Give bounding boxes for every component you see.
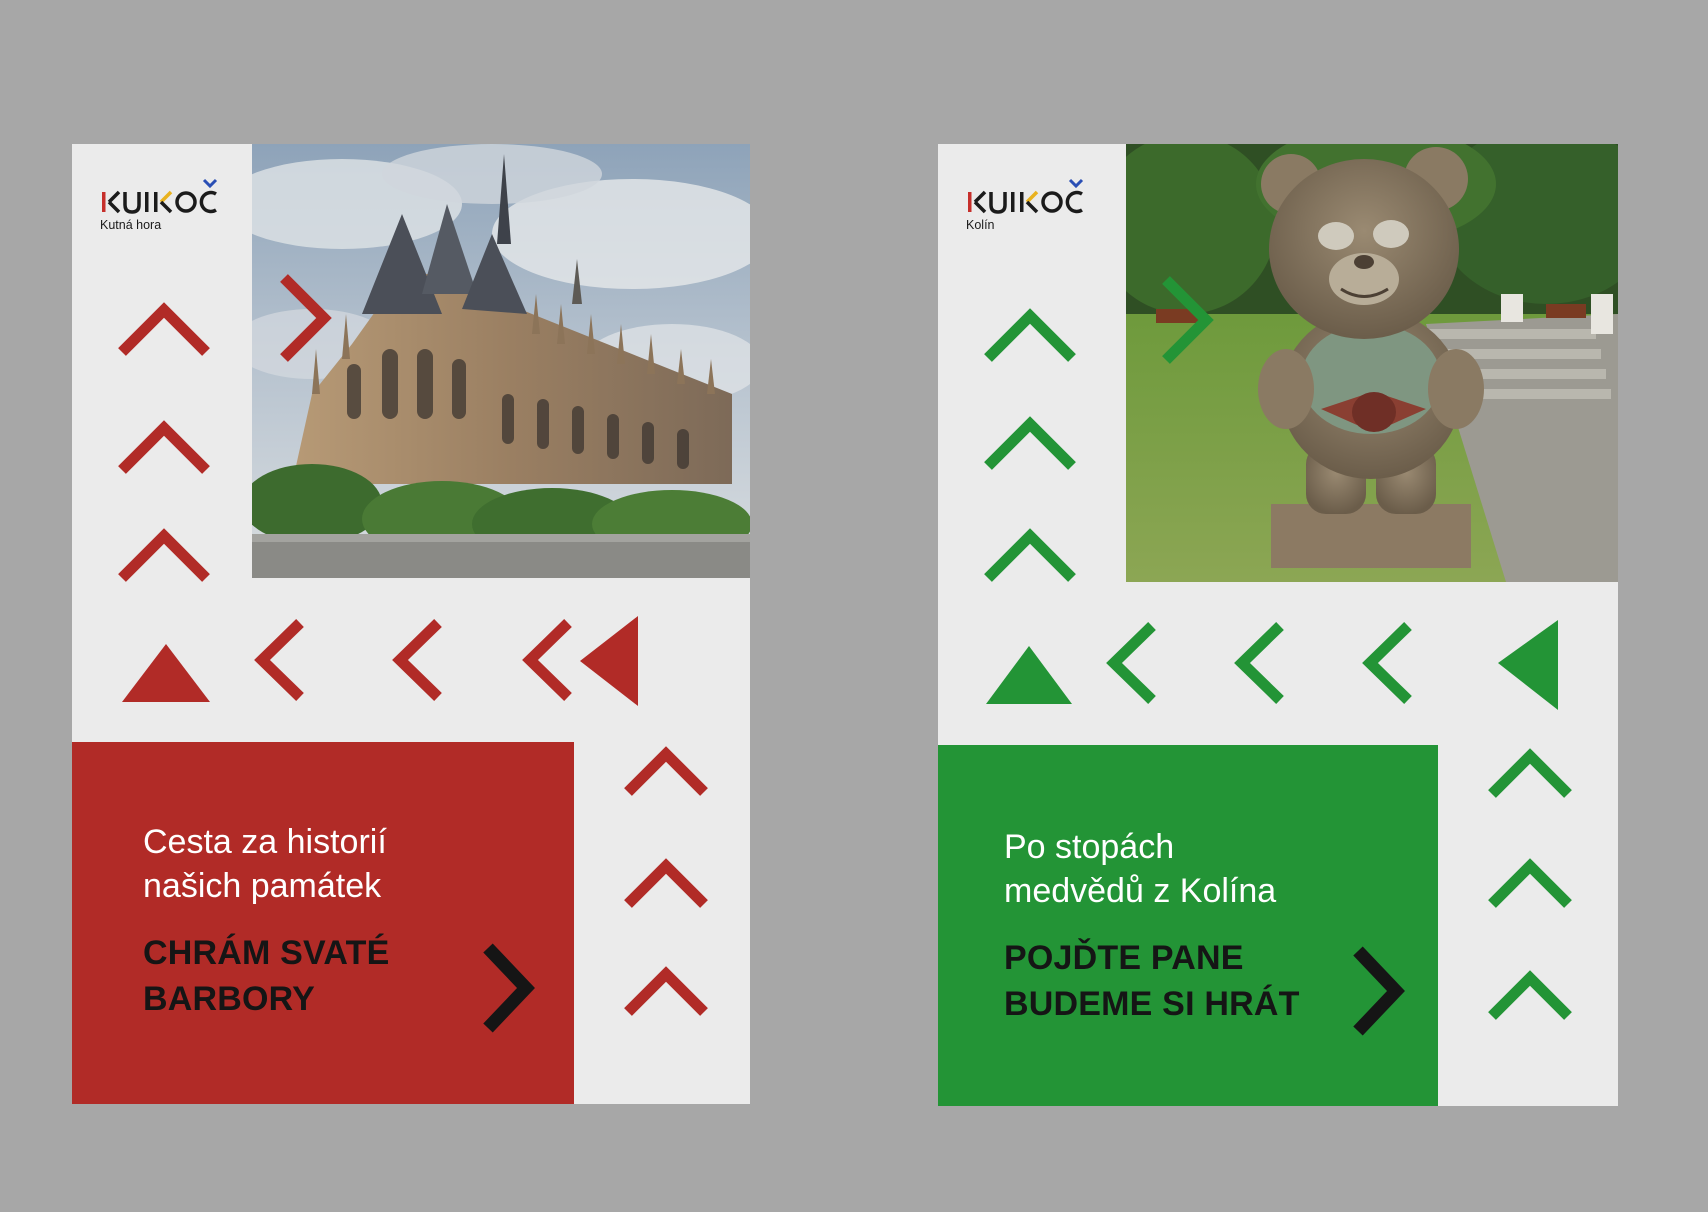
panel-subtitle: Po stopách medvědů z Kolína [1004, 828, 1277, 910]
poster-kutna-hora: Kutná hora Cesta za historií našich pamá… [72, 144, 750, 1104]
chevron-right-icon[interactable] [480, 940, 540, 1036]
chevron-right-icon[interactable] [1350, 943, 1410, 1039]
kukoc-wordmark [968, 178, 1084, 214]
poster-kolin: Kolín Po stopách medvědů z Kolína POJĎTE… [938, 144, 1618, 1106]
cathedral-illustration [252, 144, 750, 578]
kukoc-logo: Kolín [966, 178, 1116, 248]
logo-city-label: Kolín [966, 218, 995, 232]
bear-statue-photo [1126, 144, 1618, 582]
kukoc-wordmark [102, 178, 218, 214]
bear-statue-illustration [1126, 144, 1618, 582]
panel-subtitle: Cesta za historií našich památek [143, 823, 387, 905]
panel-headline: CHRÁM SVATÉ BARBORY [143, 934, 390, 1018]
logo-city-label: Kutná hora [100, 218, 162, 232]
info-panel: Cesta za historií našich památek CHRÁM S… [72, 742, 574, 1104]
cathedral-photo [252, 144, 750, 578]
panel-headline: POJĎTE PANE BUDEME SI HRÁT [1004, 939, 1300, 1023]
kukoc-logo: Kutná hora [100, 178, 250, 248]
info-panel: Po stopách medvědů z Kolína POJĎTE PANE … [938, 745, 1438, 1106]
